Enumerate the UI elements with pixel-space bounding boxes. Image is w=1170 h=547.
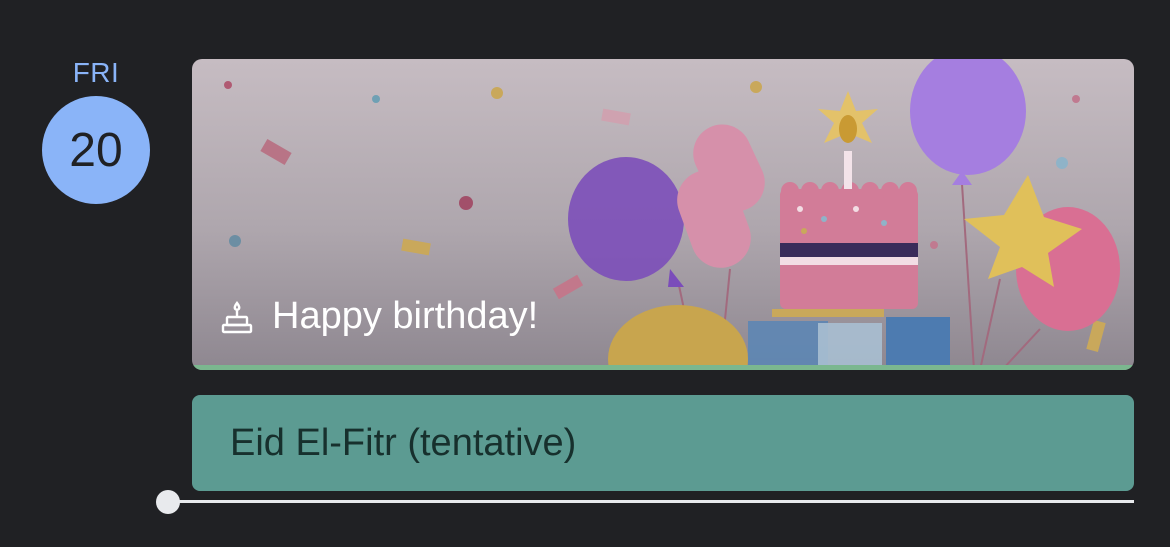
birthday-cake-icon: [221, 300, 253, 333]
birthday-event-title: Happy birthday!: [272, 295, 539, 337]
date-circle[interactable]: 20: [42, 96, 150, 204]
current-time-indicator: [156, 490, 180, 514]
day-header[interactable]: FRI 20: [42, 56, 150, 204]
event-color-bar: [192, 365, 1134, 370]
weekday-label: FRI: [72, 57, 120, 88]
birthday-event-label: Happy birthday!: [220, 295, 538, 338]
eid-event-title: Eid El-Fitr (tentative): [230, 421, 577, 464]
eid-event-card[interactable]: Eid El-Fitr (tentative): [192, 395, 1134, 491]
current-time-line: [168, 500, 1134, 503]
birthday-event-card[interactable]: Happy birthday!: [192, 59, 1134, 370]
